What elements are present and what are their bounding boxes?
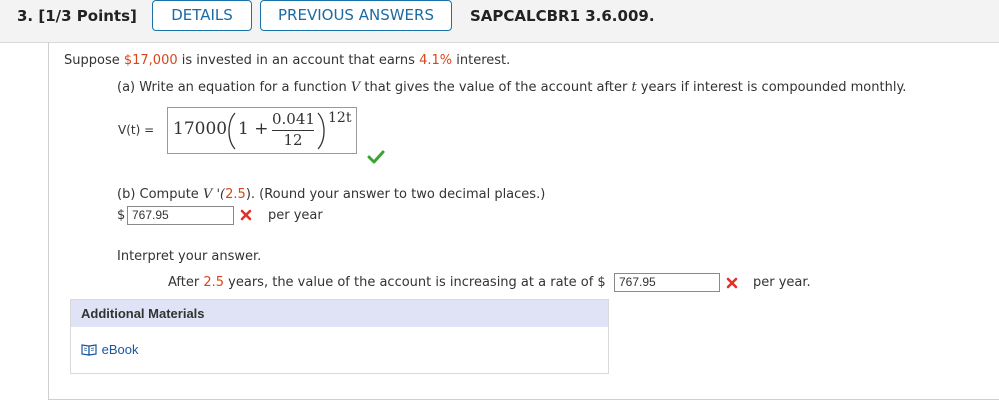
question-points-label: 3. [1/3 Points] xyxy=(17,7,137,25)
part-a-text: years if interest is compounded monthly. xyxy=(636,80,907,95)
formula-numerator: 0.041 xyxy=(272,110,315,128)
formula-one-plus: 1 + xyxy=(238,119,269,139)
interpret-value: 2.5 xyxy=(203,275,225,290)
part-b-prompt: (b) Compute V '(2.5). (Round your answer… xyxy=(117,187,545,202)
incorrect-x-icon xyxy=(240,209,252,221)
intro-text: Suppose xyxy=(64,53,124,68)
part-a-var: V xyxy=(350,80,361,95)
details-button[interactable]: DETAILS xyxy=(152,0,252,31)
problem-code: SAPCALCBR1 3.6.009. xyxy=(470,7,655,25)
part-b-value: 2.5 xyxy=(225,187,246,202)
part-a-text: (a) Write an equation for a function xyxy=(117,80,351,95)
intro-text: is invested in an account that earns xyxy=(177,53,420,68)
formula-denominator: 12 xyxy=(283,131,303,149)
question-header: 3. [1/3 Points] DETAILS PREVIOUS ANSWERS… xyxy=(0,0,999,43)
interpret-text: After xyxy=(168,275,204,290)
part-b-answer-input[interactable]: 767.95 xyxy=(127,206,234,225)
correct-check-icon xyxy=(367,150,385,164)
intro-rate: 4.1% xyxy=(419,53,453,68)
additional-materials-panel: Additional Materials eBook xyxy=(70,299,609,374)
part-b-text: (b) Compute xyxy=(117,187,203,202)
interpret-unit: per year. xyxy=(753,275,811,290)
part-b-fn: V '( xyxy=(202,187,226,202)
interpret-answer-input[interactable]: 767.95 xyxy=(614,273,720,292)
part-b-unit: per year xyxy=(268,208,323,223)
interpret-text: years, the value of the account is incre… xyxy=(224,275,606,290)
interpret-sentence: After 2.5 years, the value of the accoun… xyxy=(168,275,606,290)
left-paren-icon xyxy=(228,112,236,150)
additional-materials-heading: Additional Materials xyxy=(71,300,608,327)
part-a-formula-answer[interactable]: 17000 1 + 0.041 12 12t xyxy=(167,107,357,154)
part-b-text: ). (Round your answer to two decimal pla… xyxy=(245,187,546,202)
book-icon xyxy=(81,344,97,356)
part-a-prompt: (a) Write an equation for a function V t… xyxy=(117,80,906,95)
formula-coefficient: 17000 xyxy=(173,119,228,139)
problem-intro: Suppose $17,000 is invested in an accoun… xyxy=(64,53,510,68)
ebook-label: eBook xyxy=(101,342,139,357)
intro-amount: $17,000 xyxy=(123,53,178,68)
formula-exponent: 12t xyxy=(328,110,352,126)
incorrect-x-icon xyxy=(726,277,738,289)
part-b-currency: $ xyxy=(117,208,126,223)
part-a-text: that gives the value of the account afte… xyxy=(360,80,632,95)
right-paren-icon xyxy=(317,112,325,150)
ebook-link[interactable]: eBook xyxy=(81,342,139,357)
part-a-lhs: V(t) = xyxy=(118,123,155,137)
interpret-label: Interpret your answer. xyxy=(117,249,262,264)
intro-text: interest. xyxy=(452,53,511,68)
previous-answers-button[interactable]: PREVIOUS ANSWERS xyxy=(260,0,452,31)
